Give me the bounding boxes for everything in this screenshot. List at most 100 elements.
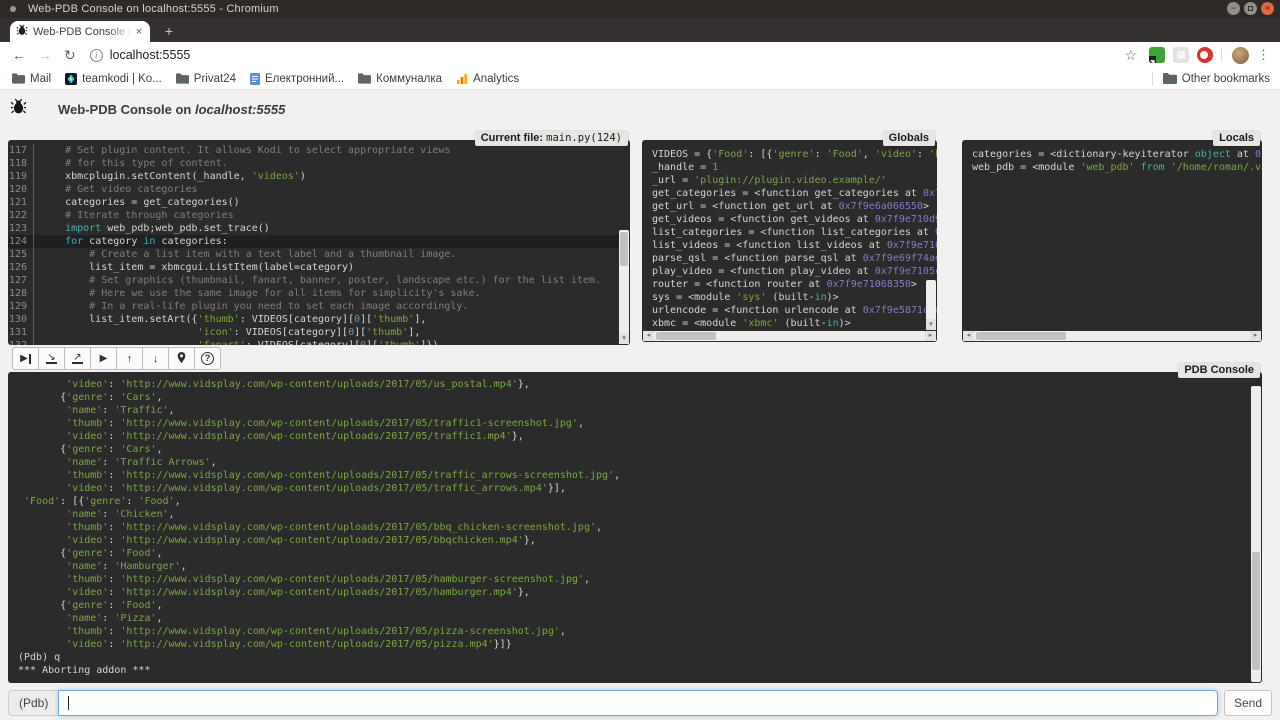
current-file-tag: Current file: main.py(124) (475, 131, 628, 146)
locals-panel: Locals categories = <dictionary-keyitera… (962, 140, 1262, 342)
bookmark-item[interactable]: Електронний... (250, 73, 344, 85)
bookmark-star-icon[interactable]: ☆ (1124, 47, 1137, 64)
code-line: 129 # In a real-life plugin you need to … (8, 300, 630, 313)
code-line: 124 for category in categories: (8, 235, 630, 248)
where-button[interactable] (168, 347, 195, 370)
console-line: parse_qsl = <function parse_qsl at 0x7f9… (652, 252, 937, 265)
line-number: 132 (8, 339, 34, 345)
extension-red-icon[interactable] (1197, 47, 1213, 63)
console-line: 'thumb': 'http://www.vidsplay.com/wp-con… (18, 469, 1262, 482)
back-icon[interactable]: ← (12, 47, 26, 63)
bookmark-item[interactable]: Коммуналка (358, 73, 442, 85)
bookmark-list: Mail teamkodi | Ko... Privat24 Електронний.… (0, 73, 519, 85)
send-button[interactable]: Send (1224, 690, 1272, 716)
console-line: get_videos = <function get_videos at 0x7… (652, 213, 937, 226)
step-into-button[interactable]: ↘ (38, 347, 65, 370)
globals-horizontal-scrollbar[interactable]: ◂ ▸ (643, 331, 936, 341)
pdb-prompt-row: (Pdb) Send (8, 690, 1272, 716)
page-title: Web-PDB Console on localhost:5555 (58, 102, 285, 117)
console-line: list_categories = <function list_categor… (652, 226, 937, 239)
locals-horizontal-scrollbar[interactable]: ◂ ▸ (963, 331, 1261, 341)
pdb-console-panel: PDB Console 'video': 'http://www.vidspla… (8, 372, 1262, 683)
kodi-icon (65, 73, 77, 85)
page-header: Web-PDB Console on localhost:5555 (10, 98, 285, 120)
console-line: {'genre': 'Cars', (18, 443, 1262, 456)
console-line: sys = <module 'sys' (built-in)> (652, 291, 937, 304)
pdb-command-input[interactable] (58, 690, 1218, 716)
code-line: 123 import web_pdb;web_pdb.set_trace() (8, 222, 630, 235)
code-line: 120 # Get video categories (8, 183, 630, 196)
scrollbar-thumb[interactable] (976, 332, 1066, 340)
scroll-down-icon[interactable]: ▾ (619, 333, 629, 344)
extension-gray-icon[interactable] (1173, 47, 1189, 63)
forward-icon[interactable]: → (38, 47, 52, 63)
globals-panel: Globals VIDEOS = {'Food': [{'genre': 'Fo… (642, 140, 937, 342)
close-button[interactable]: × (1261, 2, 1274, 15)
step-next-icon: ▶ (20, 354, 31, 364)
line-number: 120 (8, 183, 34, 196)
bug-icon (10, 98, 27, 120)
step-next-button[interactable]: ▶ (12, 347, 39, 370)
code-line: 127 # Set graphics (thumbnail, fanart, b… (8, 274, 630, 287)
bookmark-item[interactable]: Analytics (456, 73, 519, 85)
globals-vertical-scrollbar[interactable]: ▾ (926, 280, 936, 330)
console-line: play_video = <function play_video at 0x7… (652, 265, 937, 278)
scroll-right-icon[interactable]: ▸ (1250, 331, 1261, 341)
console-output: 'video': 'http://www.vidsplay.com/wp-con… (8, 372, 1262, 683)
console-line: _handle = 1 (652, 161, 937, 174)
console-line: 'name': 'Chicken', (18, 508, 1262, 521)
stack-up-button[interactable]: ↑ (116, 347, 143, 370)
console-line: urlencode = <function urlencode at 0x7f9… (652, 304, 937, 317)
console-line: 'video': 'http://www.vidsplay.com/wp-con… (18, 534, 1262, 547)
line-number: 129 (8, 300, 34, 313)
line-number: 126 (8, 261, 34, 274)
scroll-left-icon[interactable]: ◂ (643, 331, 654, 341)
scroll-right-icon[interactable]: ▸ (925, 331, 936, 341)
browser-tab[interactable]: Web-PDB Console on loca × (10, 21, 150, 42)
minimize-button[interactable]: − (1227, 2, 1240, 15)
help-button[interactable]: ? (194, 347, 221, 370)
scroll-left-icon[interactable]: ◂ (963, 331, 974, 341)
globals-tag: Globals (883, 131, 935, 146)
console-line: {'genre': 'Food', (18, 547, 1262, 560)
console-line: 'video': 'http://www.vidsplay.com/wp-con… (18, 378, 1262, 391)
console-line: {'genre': 'Cars', (18, 391, 1262, 404)
scrollbar-thumb[interactable] (656, 332, 716, 340)
console-line: _url = 'plugin://plugin.video.example/' (652, 174, 937, 187)
scrollbar-thumb[interactable] (620, 232, 628, 266)
line-number: 118 (8, 157, 34, 170)
code-line: 119 xbmcplugin.setContent(_handle, 'vide… (8, 170, 630, 183)
code-line: 130 list_item.setArt({'thumb': VIDEOS[ca… (8, 313, 630, 326)
maximize-button[interactable] (1244, 2, 1257, 15)
bookmark-item[interactable]: Privat24 (176, 73, 236, 85)
console-line: 'name': 'Traffic Arrows', (18, 456, 1262, 469)
address-bar[interactable]: localhost:5555 (110, 48, 1125, 62)
scrollbar-thumb[interactable] (1252, 552, 1260, 670)
bookmark-item[interactable]: Mail (12, 73, 51, 85)
folder-icon (358, 73, 371, 84)
new-tab-button[interactable]: + (160, 23, 178, 39)
console-line: VIDEOS = {'Food': [{'genre': 'Food', 'vi… (652, 148, 937, 161)
console-line: (Pdb) q (18, 651, 1262, 664)
bookmark-item[interactable]: teamkodi | Ko... (65, 73, 162, 85)
console-line: 'video': 'http://www.vidsplay.com/wp-con… (18, 586, 1262, 599)
console-line: 'video': 'http://www.vidsplay.com/wp-con… (18, 638, 1262, 651)
step-out-button[interactable]: ↗ (64, 347, 91, 370)
line-number: 117 (8, 144, 34, 157)
profile-avatar[interactable] (1232, 47, 1249, 64)
browser-menu-icon[interactable]: ⋮ (1257, 47, 1270, 63)
map-pin-icon (176, 351, 187, 367)
scroll-down-icon[interactable]: ▾ (926, 319, 936, 330)
tab-close-icon[interactable]: × (134, 26, 144, 38)
bookmarks-bar: Mail teamkodi | Ko... Privat24 Електронний.… (0, 68, 1280, 90)
reload-icon[interactable]: ↻ (64, 47, 76, 64)
text-caret (68, 696, 69, 710)
other-bookmarks[interactable]: Other bookmarks (1152, 72, 1270, 85)
console-vertical-scrollbar[interactable] (1251, 386, 1261, 682)
stack-down-button[interactable]: ↓ (142, 347, 169, 370)
site-info-icon[interactable]: i (90, 49, 103, 62)
extension-green-icon[interactable] (1149, 47, 1165, 63)
code-vertical-scrollbar[interactable]: ▾ (619, 230, 629, 344)
continue-button[interactable]: ▶ (90, 347, 117, 370)
console-line: 'thumb': 'http://www.vidsplay.com/wp-con… (18, 521, 1262, 534)
